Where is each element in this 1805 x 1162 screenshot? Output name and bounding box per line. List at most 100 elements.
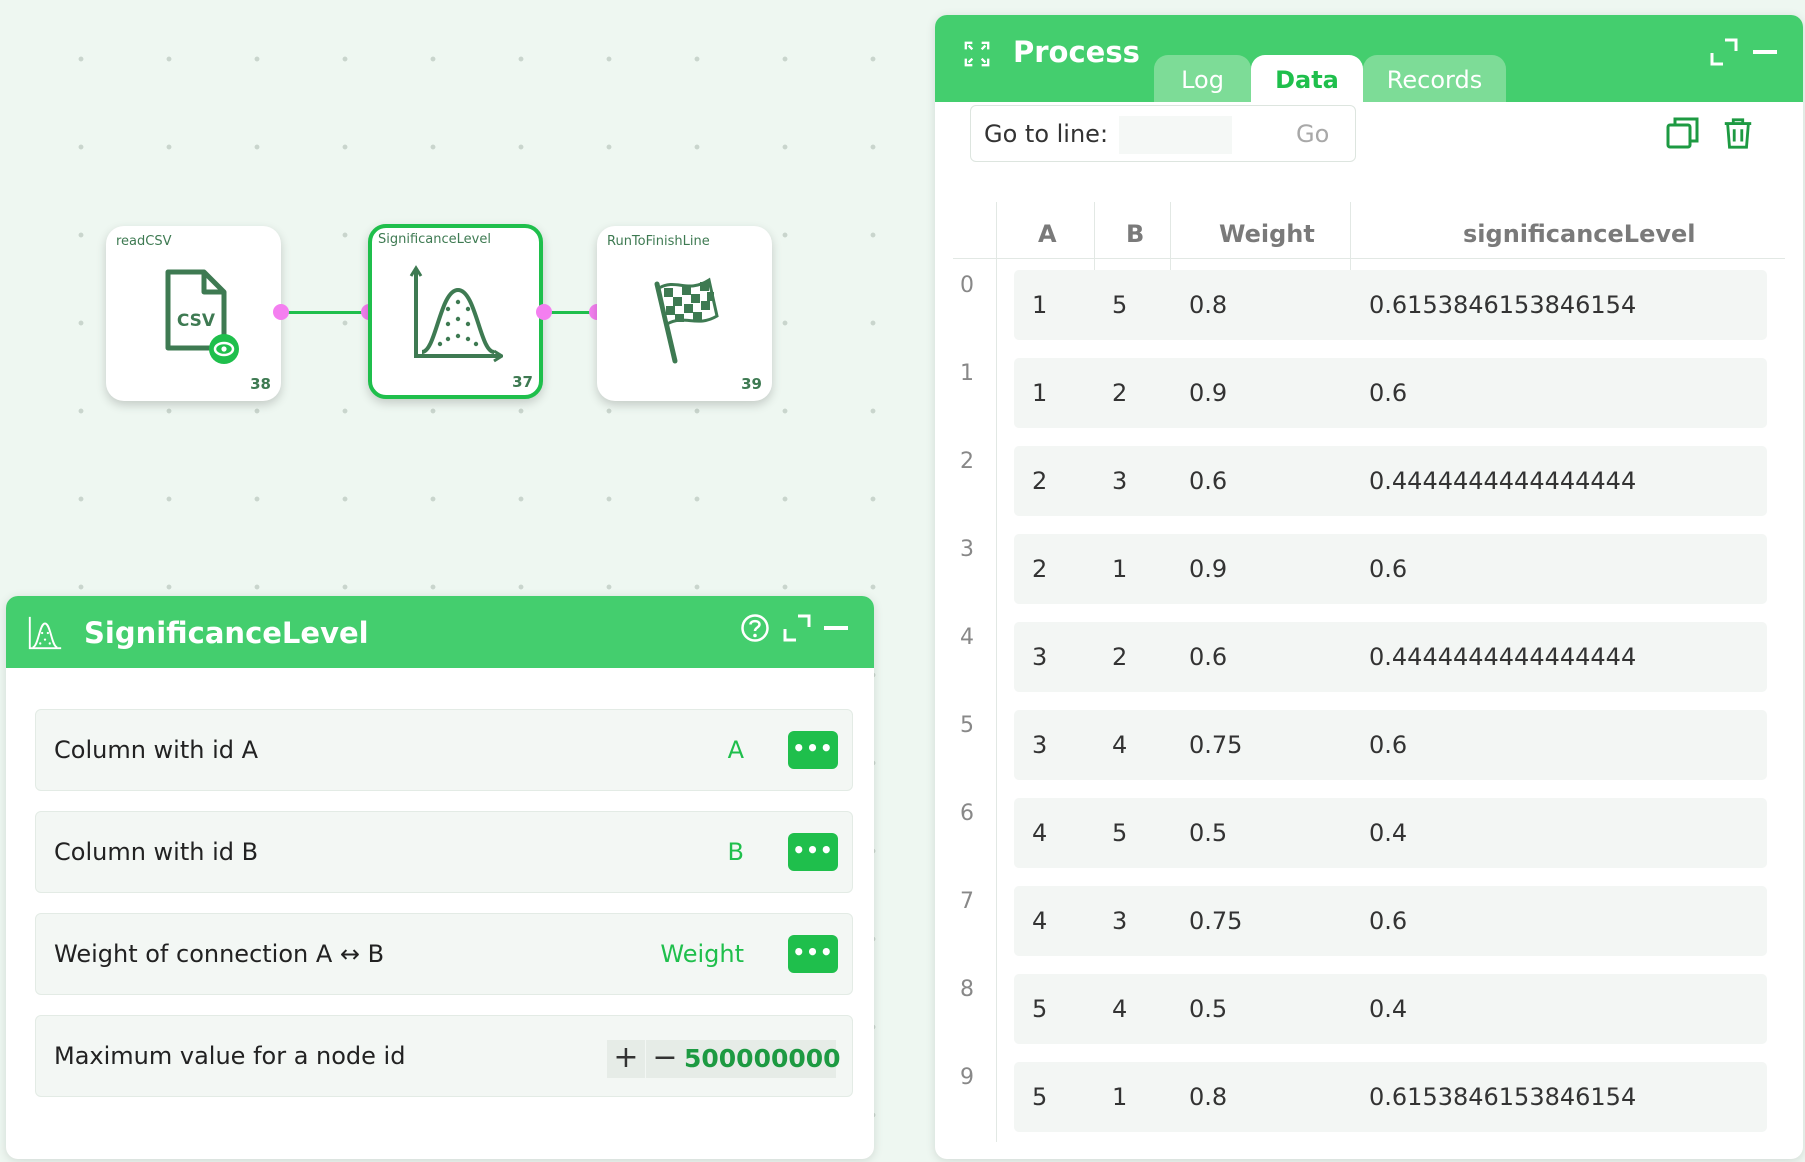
row-index: 3: [960, 537, 974, 562]
setting-label: Column with id B: [54, 838, 259, 866]
table-row[interactable]: 4 5 0.5 0.4: [1014, 798, 1767, 868]
minimize-icon[interactable]: [821, 613, 851, 643]
column-b-setting: Column with id B B •••: [35, 811, 853, 893]
maximize-icon[interactable]: [1709, 37, 1739, 67]
cell-b: 2: [1112, 643, 1128, 671]
cell-a: 4: [1032, 819, 1048, 847]
output-port[interactable]: [536, 304, 552, 320]
table-row[interactable]: 2 1 0.9 0.6: [1014, 534, 1767, 604]
cell-weight: 0.75: [1189, 907, 1243, 935]
cell-significancelevel: 0.6: [1369, 731, 1408, 759]
header-divider: [953, 258, 1785, 259]
cell-b: 2: [1112, 379, 1128, 407]
cell-weight: 0.6: [1189, 467, 1228, 495]
cell-b: 3: [1112, 467, 1128, 495]
trash-icon[interactable]: [1721, 115, 1755, 151]
settings-panel-header: SignificanceLevel: [6, 596, 874, 668]
column-header-a[interactable]: A: [1038, 220, 1057, 248]
setting-value[interactable]: B: [728, 838, 744, 866]
setting-value[interactable]: Weight: [660, 940, 744, 968]
distribution-chart-icon: [28, 616, 62, 650]
goto-label: Go to line:: [984, 120, 1109, 148]
cell-weight: 0.9: [1189, 555, 1228, 583]
cell-significancelevel: 0.4444444444444444: [1369, 643, 1637, 671]
cell-b: 5: [1112, 291, 1128, 319]
column-header-weight[interactable]: Weight: [1219, 220, 1315, 248]
more-options-button[interactable]: •••: [788, 731, 838, 769]
column-divider: [1350, 202, 1351, 272]
cell-a: 2: [1032, 555, 1048, 583]
node-readcsv[interactable]: readCSV CSV 38: [106, 226, 281, 401]
node-significancelevel[interactable]: SignificanceLevel 37: [368, 224, 543, 399]
column-a-setting: Column with id A A •••: [35, 709, 853, 791]
table-row[interactable]: 1 5 0.8 0.6153846153846154: [1014, 270, 1767, 340]
cell-a: 1: [1032, 291, 1048, 319]
node-title: SignificanceLevel: [378, 232, 491, 247]
setting-label: Weight of connection A ↔ B: [54, 940, 385, 968]
node-title: readCSV: [116, 234, 172, 249]
decrement-button[interactable]: −: [646, 1040, 684, 1078]
node-title: RunToFinishLine: [607, 234, 710, 249]
cell-b: 1: [1112, 1083, 1128, 1111]
cell-weight: 0.6: [1189, 643, 1228, 671]
cell-weight: 0.9: [1189, 379, 1228, 407]
node-runtofinishline[interactable]: RunToFinishLine 39: [597, 226, 772, 401]
table-row[interactable]: 5 4 0.5 0.4: [1014, 974, 1767, 1044]
setting-value[interactable]: A: [728, 736, 744, 764]
cell-a: 3: [1032, 643, 1048, 671]
cell-weight: 0.8: [1189, 1083, 1228, 1111]
max-node-id-value[interactable]: 500000000: [684, 1040, 841, 1078]
tab-log[interactable]: Log: [1154, 55, 1251, 102]
table-row[interactable]: 3 2 0.6 0.4444444444444444: [1014, 622, 1767, 692]
table-row[interactable]: 3 4 0.75 0.6: [1014, 710, 1767, 780]
cell-a: 2: [1032, 467, 1048, 495]
table-row[interactable]: 2 3 0.6 0.4444444444444444: [1014, 446, 1767, 516]
panel-title: Process: [1013, 35, 1140, 69]
increment-button[interactable]: +: [607, 1040, 645, 1078]
cell-significancelevel: 0.4: [1369, 995, 1408, 1023]
go-button[interactable]: Go: [1296, 120, 1329, 148]
cell-a: 3: [1032, 731, 1048, 759]
goto-line-input[interactable]: [1119, 116, 1232, 154]
node-id: 39: [741, 375, 762, 393]
copy-icon[interactable]: [1665, 115, 1701, 151]
column-header-b[interactable]: B: [1126, 220, 1144, 248]
tab-data[interactable]: Data: [1251, 55, 1363, 102]
row-index: 2: [960, 449, 974, 474]
cell-a: 1: [1032, 379, 1048, 407]
distribution-chart-icon: [409, 265, 503, 363]
cell-significancelevel: 0.6: [1369, 555, 1408, 583]
maximize-icon[interactable]: [782, 613, 812, 643]
table-row[interactable]: 4 3 0.75 0.6: [1014, 886, 1767, 956]
cell-a: 4: [1032, 907, 1048, 935]
row-index: 5: [960, 713, 974, 738]
cell-significancelevel: 0.6153846153846154: [1369, 291, 1637, 319]
more-options-button[interactable]: •••: [788, 833, 838, 871]
more-options-button[interactable]: •••: [788, 935, 838, 973]
collapse-icon[interactable]: [963, 40, 991, 68]
cell-significancelevel: 0.6153846153846154: [1369, 1083, 1637, 1111]
connection-wire: [280, 311, 370, 314]
csv-file-icon: CSV: [165, 269, 239, 364]
process-panel-header: Process Log Data Records: [935, 15, 1803, 102]
cell-weight: 0.5: [1189, 819, 1228, 847]
output-port[interactable]: [273, 304, 289, 320]
minimize-icon[interactable]: [1750, 37, 1780, 67]
row-index: 6: [960, 801, 974, 826]
cell-weight: 0.75: [1189, 731, 1243, 759]
goto-line: Go to line: Go: [970, 105, 1356, 162]
row-index: 1: [960, 361, 974, 386]
column-divider: [1094, 202, 1095, 272]
column-divider: [996, 202, 997, 1142]
column-header-significancelevel[interactable]: significanceLevel: [1463, 220, 1696, 248]
row-index: 0: [960, 273, 974, 298]
help-icon[interactable]: [740, 613, 770, 643]
panel-title: SignificanceLevel: [84, 616, 369, 650]
table-row[interactable]: 1 2 0.9 0.6: [1014, 358, 1767, 428]
tab-records[interactable]: Records: [1363, 55, 1506, 102]
cell-significancelevel: 0.6: [1369, 907, 1408, 935]
table-row[interactable]: 5 1 0.8 0.6153846153846154: [1014, 1062, 1767, 1132]
svg-text:CSV: CSV: [177, 311, 216, 331]
checkered-flag-icon: [654, 277, 719, 364]
row-index: 9: [960, 1065, 974, 1090]
